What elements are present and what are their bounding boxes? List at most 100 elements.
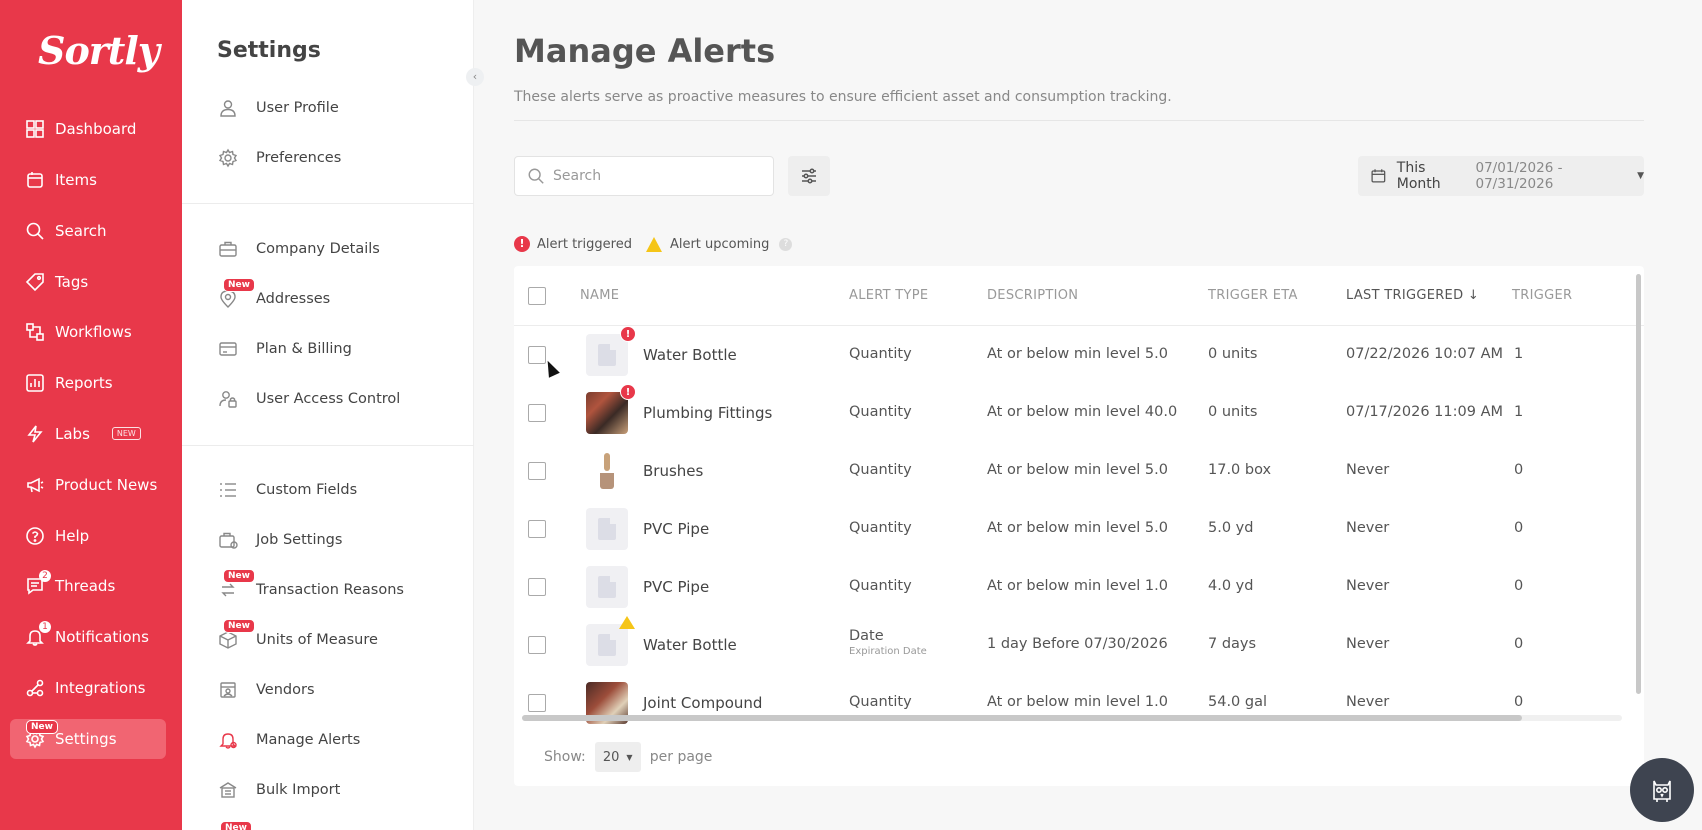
item-name[interactable]: Water Bottle	[643, 346, 737, 364]
column-header-trigger-count[interactable]: TRIGGER	[1512, 288, 1572, 303]
row-checkbox[interactable]	[528, 636, 546, 654]
settings-icon-wrap	[217, 529, 239, 551]
settings-item-plan-billing[interactable]: Plan & Billing	[217, 335, 352, 363]
nav-item-labs[interactable]: Labs NEW	[10, 414, 166, 454]
settings-item-manage-alerts[interactable]: Manage Alerts	[217, 726, 360, 754]
alerts-table: NAME ALERT TYPE DESCRIPTION TRIGGER ETA …	[514, 266, 1644, 786]
settings-icon-wrap	[217, 729, 239, 751]
alert-type: Quantity	[849, 694, 912, 710]
table-row[interactable]: Joint Compound Quantity At or below min le…	[514, 674, 1644, 732]
nav-item-items[interactable]: Items	[10, 160, 166, 200]
per-page-select[interactable]: 20 ▼	[594, 742, 641, 772]
item-name[interactable]: Water Bottle	[643, 636, 737, 654]
owl-icon	[1653, 780, 1671, 802]
nav-item-settings[interactable]: New Settings	[10, 718, 166, 759]
alert-triggered-icon: !	[620, 384, 636, 400]
table-row[interactable]: ! Plumbing Fittings Quantity At or below mi…	[514, 384, 1644, 442]
settings-item-preferences[interactable]: Preferences	[217, 144, 341, 172]
column-header-last-triggered[interactable]: LAST TRIGGERED ↓	[1346, 288, 1479, 303]
help-icon[interactable]: ?	[779, 237, 793, 251]
row-checkbox[interactable]	[528, 694, 546, 712]
alert-description: At or below min level 40.0	[987, 404, 1178, 420]
trigger-eta: 7 days	[1208, 636, 1257, 652]
alert-type-label: Date	[849, 628, 884, 644]
item-name[interactable]: PVC Pipe	[643, 520, 709, 538]
item-thumbnail[interactable]	[586, 616, 635, 666]
nav-item-notifications[interactable]: 1 Notifications	[10, 617, 166, 657]
caret-down-icon: ▼	[626, 752, 633, 762]
page-title: Manage Alerts	[514, 32, 776, 70]
nav-item-search[interactable]: Search	[10, 211, 166, 251]
horizontal-scrollbar[interactable]	[522, 715, 1522, 721]
settings-item-label: User Access Control	[256, 391, 401, 407]
row-checkbox[interactable]	[528, 578, 546, 596]
nav-item-workflows[interactable]: Workflows	[10, 312, 166, 352]
column-header-name[interactable]: NAME	[580, 288, 619, 303]
table-row[interactable]: ! Water Bottle Quantity At or below min lev…	[514, 326, 1644, 384]
nav-item-threads[interactable]: 2 Threads	[10, 566, 166, 606]
settings-item-transaction-reasons[interactable]: New Transaction Reasons	[217, 569, 404, 604]
sortly-logo[interactable]: Sortly	[38, 28, 160, 73]
alert-description: At or below min level 5.0	[987, 520, 1168, 536]
vertical-scrollbar[interactable]	[1636, 274, 1641, 694]
search-input[interactable]	[553, 168, 763, 184]
table-row[interactable]: PVC Pipe Quantity At or below min level 5.…	[514, 500, 1644, 558]
settings-item-vendors[interactable]: Vendors	[217, 676, 315, 704]
item-name[interactable]: Brushes	[643, 462, 703, 480]
chat-support-button[interactable]	[1630, 758, 1694, 822]
settings-item-units-of-measure[interactable]: New Units of Measure	[217, 619, 378, 654]
per-page-label: per page	[649, 749, 713, 765]
item-name[interactable]: Plumbing Fittings	[643, 404, 772, 422]
nav-item-dashboard[interactable]: Dashboard	[10, 109, 166, 149]
row-checkbox[interactable]	[528, 462, 546, 480]
last-triggered: Never	[1346, 520, 1390, 536]
table-row[interactable]: Brushes Quantity At or below min level 5.0…	[514, 442, 1644, 500]
placeholder-image-icon	[598, 634, 616, 656]
column-header-description[interactable]: DESCRIPTION	[987, 288, 1078, 303]
last-triggered: Never	[1346, 636, 1390, 652]
nav-item-label: Threads	[55, 577, 116, 596]
select-all-checkbox[interactable]	[528, 287, 546, 305]
table-header: NAME ALERT TYPE DESCRIPTION TRIGGER ETA …	[514, 266, 1644, 326]
nav-item-integrations[interactable]: Integrations	[10, 668, 166, 708]
nav-item-tags[interactable]: Tags	[10, 262, 166, 302]
reports-icon	[26, 374, 44, 392]
placeholder-image-icon	[598, 518, 616, 540]
date-range-dropdown[interactable]: This Month 07/01/2026 - 07/31/2026 ▼	[1358, 156, 1644, 196]
search-box[interactable]	[514, 156, 774, 196]
settings-item-addresses[interactable]: New Addresses	[217, 278, 330, 313]
item-thumbnail[interactable]	[586, 508, 628, 550]
filter-button[interactable]	[788, 156, 830, 196]
item-thumbnail[interactable]	[586, 566, 628, 608]
table-row[interactable]: Water Bottle Date Expiration Date 1 day Bef…	[514, 616, 1644, 674]
alert-description: At or below min level 1.0	[987, 578, 1168, 594]
nav-item-help[interactable]: Help	[10, 516, 166, 556]
settings-item-user-access-control[interactable]: User Access Control	[217, 385, 400, 413]
row-checkbox[interactable]	[528, 404, 546, 422]
item-name[interactable]: PVC Pipe	[643, 578, 709, 596]
nav-item-product-news[interactable]: Product News	[10, 465, 166, 505]
table-row[interactable]: PVC Pipe Quantity At or below min level 1.…	[514, 558, 1644, 616]
item-thumbnail[interactable]	[586, 450, 628, 492]
column-header-alert-type[interactable]: ALERT TYPE	[849, 288, 928, 303]
new-tag: New	[223, 619, 255, 633]
settings-item-bulk-import[interactable]: Bulk Import	[217, 776, 340, 804]
row-checkbox[interactable]	[528, 520, 546, 538]
settings-title: Settings	[217, 38, 321, 63]
trigger-eta: 5.0 yd	[1208, 520, 1254, 536]
settings-item-job-settings[interactable]: Job Settings	[217, 526, 342, 554]
settings-item-company-details[interactable]: Company Details	[217, 235, 380, 263]
nav-icon-wrap	[24, 118, 46, 140]
nav-icon-wrap: 2	[24, 570, 51, 597]
item-thumbnail[interactable]: !	[586, 326, 636, 376]
settings-item-custom-fields[interactable]: Custom Fields	[217, 476, 357, 504]
alert-description: 1 day Before 07/30/2026	[987, 636, 1168, 652]
row-checkbox[interactable]	[528, 346, 546, 364]
item-name[interactable]: Joint Compound	[643, 694, 762, 712]
settings-item-user-profile[interactable]: User Profile	[217, 94, 339, 122]
nav-item-reports[interactable]: Reports	[10, 363, 166, 403]
main-content: Manage Alerts These alerts serve as proa…	[474, 0, 1702, 830]
item-thumbnail[interactable]: !	[586, 384, 636, 434]
column-header-trigger-eta[interactable]: TRIGGER ETA	[1208, 288, 1298, 303]
last-triggered: 07/22/2026 10:07 AM	[1346, 346, 1504, 362]
